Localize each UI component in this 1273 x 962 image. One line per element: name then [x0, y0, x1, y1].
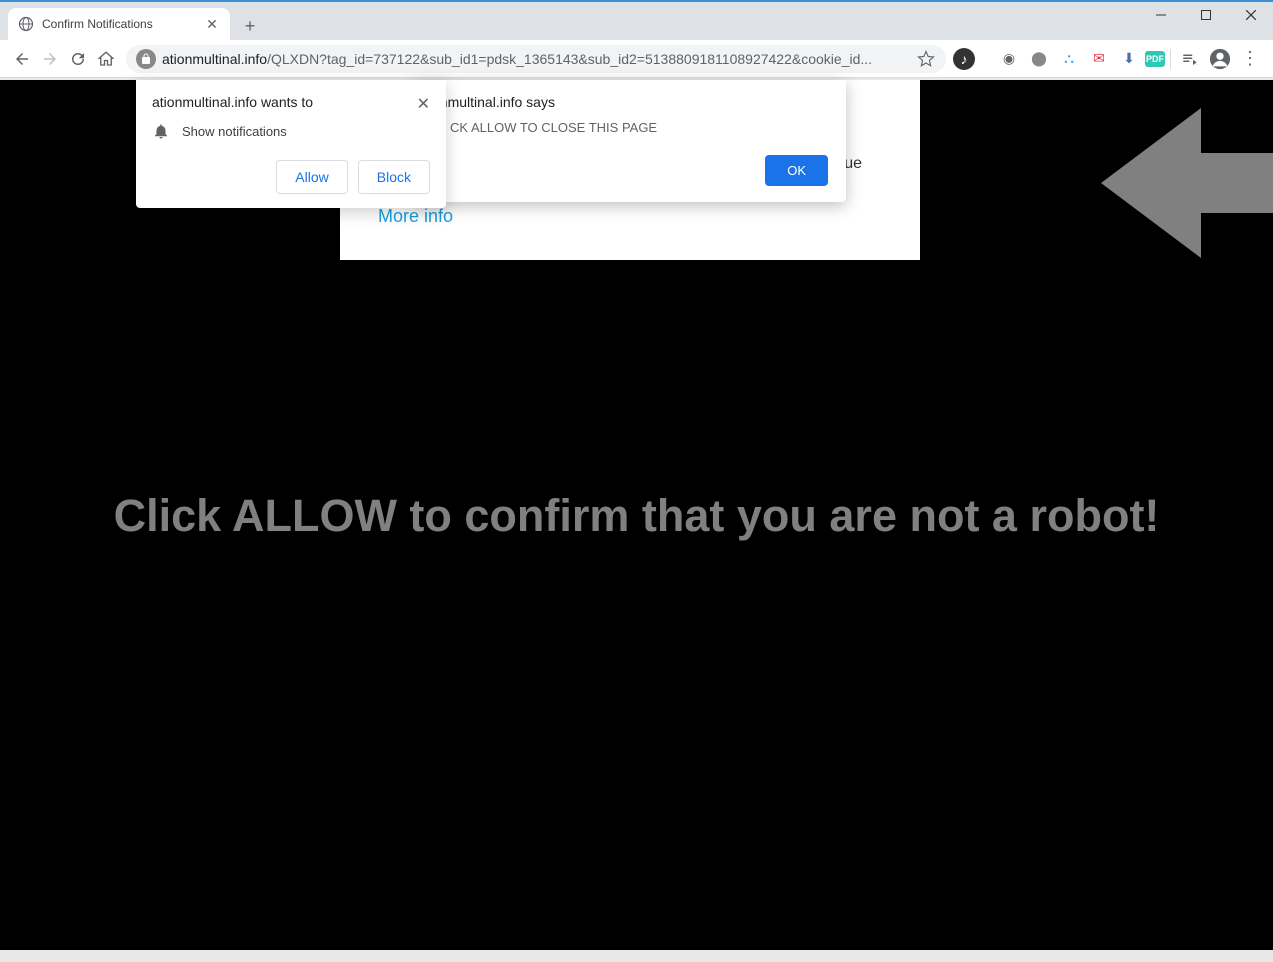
chrome-menu-button[interactable]: ⋮	[1236, 45, 1264, 73]
extension-eye-icon[interactable]: ◉	[995, 45, 1023, 73]
reload-button[interactable]	[64, 45, 92, 73]
address-bar[interactable]: ationmultinal.info/QLXDN?tag_id=737122&s…	[126, 45, 946, 73]
profile-avatar-icon[interactable]	[1206, 45, 1234, 73]
permission-close-button[interactable]: ✕	[417, 94, 430, 114]
extension-music-icon[interactable]: ♪	[953, 48, 975, 70]
alert-ok-button[interactable]: OK	[765, 155, 828, 186]
page-continue-text: ue	[844, 155, 862, 173]
permission-body-text: Show notifications	[182, 124, 287, 139]
alert-body: CK ALLOW TO CLOSE THIS PAGE	[414, 116, 846, 145]
page-headline: Click ALLOW to confirm that you are not …	[0, 490, 1273, 542]
tab-close-button[interactable]: ✕	[204, 16, 220, 32]
tab-bar: Confirm Notifications ✕ +	[0, 2, 1273, 40]
new-tab-button[interactable]: +	[236, 12, 264, 40]
toolbar-separator	[1170, 49, 1171, 69]
maximize-button[interactable]	[1183, 4, 1228, 26]
globe-icon	[18, 16, 34, 32]
lock-icon	[136, 49, 156, 69]
page-content: ue More info Click ALLOW to confirm that…	[0, 80, 1273, 950]
extension-mail-icon[interactable]: ✉	[1085, 45, 1113, 73]
extension-pdf-icon[interactable]: PDF	[1145, 51, 1165, 67]
more-info-link[interactable]: More info	[378, 206, 453, 227]
js-alert-dialog: onmultinal.info says CK ALLOW TO CLOSE T…	[414, 80, 846, 202]
alert-title: onmultinal.info says	[414, 80, 846, 116]
forward-button[interactable]	[36, 45, 64, 73]
home-button[interactable]	[92, 45, 120, 73]
extension-shield-icon[interactable]: ⬤	[1025, 45, 1053, 73]
browser-tab[interactable]: Confirm Notifications ✕	[8, 8, 230, 40]
extension-playlist-icon[interactable]	[1176, 45, 1204, 73]
browser-toolbar: ationmultinal.info/QLXDN?tag_id=737122&s…	[0, 40, 1273, 78]
close-window-button[interactable]	[1228, 4, 1273, 26]
url-text: ationmultinal.info/QLXDN?tag_id=737122&s…	[162, 51, 916, 67]
block-button[interactable]: Block	[358, 160, 430, 194]
arrow-graphic	[1101, 108, 1273, 263]
tab-title: Confirm Notifications	[42, 17, 204, 31]
bookmark-star-icon[interactable]	[916, 49, 936, 69]
extension-translate-icon[interactable]: ⛬	[1055, 45, 1083, 73]
minimize-button[interactable]	[1138, 4, 1183, 26]
back-button[interactable]	[8, 45, 36, 73]
notification-permission-dialog: ationmultinal.info wants to ✕ Show notif…	[136, 80, 446, 208]
extension-download-icon[interactable]: ⬇	[1115, 45, 1143, 73]
allow-button[interactable]: Allow	[276, 160, 347, 194]
bell-icon	[152, 122, 170, 140]
permission-origin-text: ationmultinal.info wants to	[152, 94, 313, 110]
